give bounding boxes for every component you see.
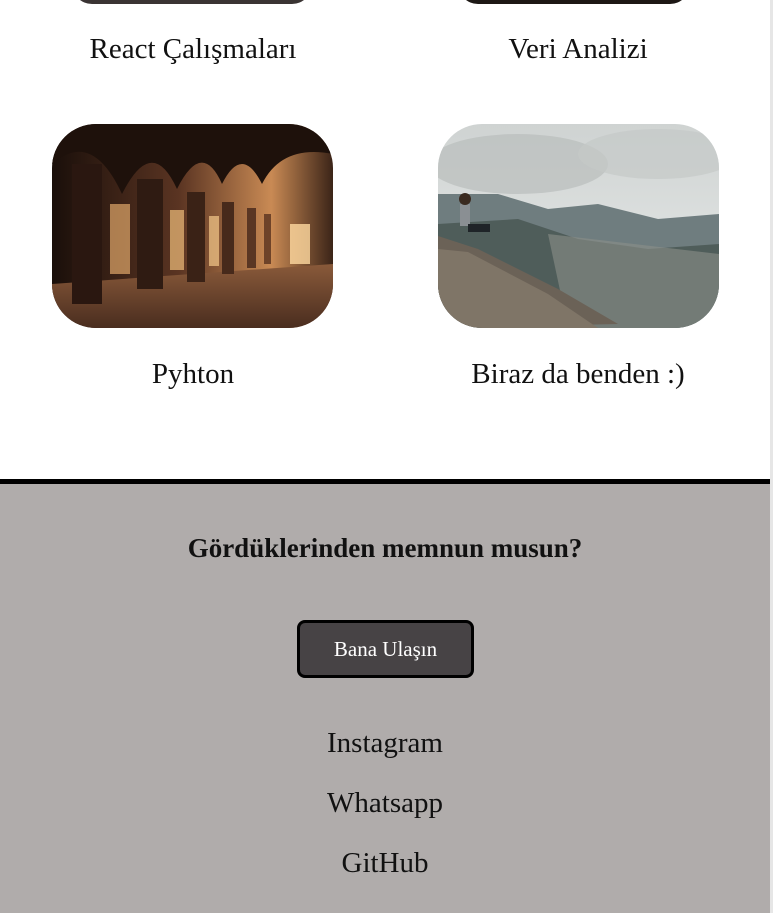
about-me-image[interactable] [438,124,719,328]
github-link[interactable]: GitHub [0,849,770,878]
footer: Gördüklerinden memnun musun? Bana Ulaşın… [0,479,770,913]
arched-corridor-icon [52,124,333,328]
about-me-title[interactable]: Biraz da benden :) [418,360,738,389]
portfolio-page: React Çalışmaları Veri Analizi Pyhton Bi… [0,0,773,913]
whatsapp-link[interactable]: Whatsapp [0,789,770,818]
python-project-title[interactable]: Pyhton [33,360,353,389]
contact-button[interactable]: Bana Ulaşın [297,620,474,678]
mountain-view-icon [438,124,719,328]
react-project-title[interactable]: React Çalışmaları [33,35,353,64]
footer-question: Gördüklerinden memnun musun? [187,533,583,563]
data-analysis-project-image[interactable] [458,0,690,4]
react-project-image[interactable] [72,0,312,4]
data-analysis-project-title[interactable]: Veri Analizi [418,35,738,64]
python-project-image[interactable] [52,124,333,328]
instagram-link[interactable]: Instagram [0,729,770,758]
